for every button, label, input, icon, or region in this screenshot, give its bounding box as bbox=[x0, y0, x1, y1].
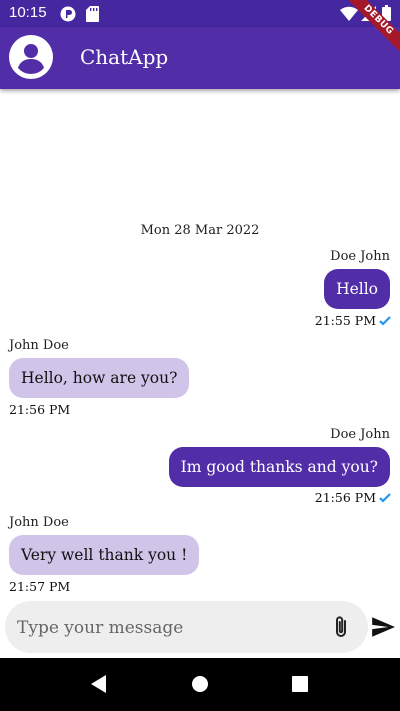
wifi-icon bbox=[340, 6, 358, 21]
system-nav-bar bbox=[0, 658, 400, 711]
message-bubble-outgoing[interactable]: Hello bbox=[324, 269, 390, 309]
message-composer bbox=[5, 601, 368, 655]
message-sender: Doe John bbox=[330, 249, 390, 264]
sim-icon bbox=[60, 6, 76, 22]
message-bubble-outgoing[interactable]: Im good thanks and you? bbox=[168, 447, 390, 487]
message-timestamp: 21:57 PM bbox=[9, 579, 70, 594]
chat-screen: 10:15 DEBUG ChatApp Mon 28 Mar 2022 Doe … bbox=[0, 0, 400, 711]
sd-card-icon bbox=[86, 6, 99, 22]
app-bar: ChatApp bbox=[0, 27, 400, 89]
message-sender: John Doe bbox=[9, 338, 69, 353]
read-receipt-icon bbox=[379, 315, 391, 326]
read-receipt-icon bbox=[379, 492, 391, 503]
message-bubble-incoming[interactable]: Hello, how are you? bbox=[9, 358, 190, 398]
send-icon[interactable] bbox=[370, 614, 396, 640]
message-time: 21:56 PM bbox=[314, 490, 376, 505]
message-bubble-incoming[interactable]: Very well thank you ! bbox=[9, 535, 200, 575]
message-timestamp: 21:56 PM bbox=[9, 402, 70, 417]
message-sender: John Doe bbox=[9, 515, 69, 530]
status-time: 10:15 bbox=[9, 4, 47, 21]
battery-icon bbox=[382, 5, 391, 21]
message-time: 21:56 PM bbox=[9, 402, 71, 417]
message-input[interactable] bbox=[15, 601, 319, 655]
account-circle-icon[interactable] bbox=[9, 35, 53, 79]
recents-icon[interactable] bbox=[292, 676, 308, 696]
back-icon[interactable] bbox=[91, 675, 107, 697]
app-title: ChatApp bbox=[80, 45, 169, 69]
message-time: 21:55 PM bbox=[314, 313, 376, 328]
status-bar: 10:15 bbox=[0, 0, 400, 27]
message-time: 21:57 PM bbox=[9, 579, 71, 594]
signal-icon bbox=[361, 6, 376, 21]
attach-icon[interactable] bbox=[330, 614, 354, 640]
message-timestamp: 21:56 PM bbox=[315, 490, 391, 505]
home-icon[interactable] bbox=[191, 675, 209, 697]
message-timestamp: 21:55 PM bbox=[315, 313, 391, 328]
message-sender: Doe John bbox=[330, 427, 390, 442]
date-separator: Mon 28 Mar 2022 bbox=[140, 223, 260, 238]
message-list[interactable]: Mon 28 Mar 2022 Doe John Hello 21:55 PM … bbox=[0, 89, 400, 597]
